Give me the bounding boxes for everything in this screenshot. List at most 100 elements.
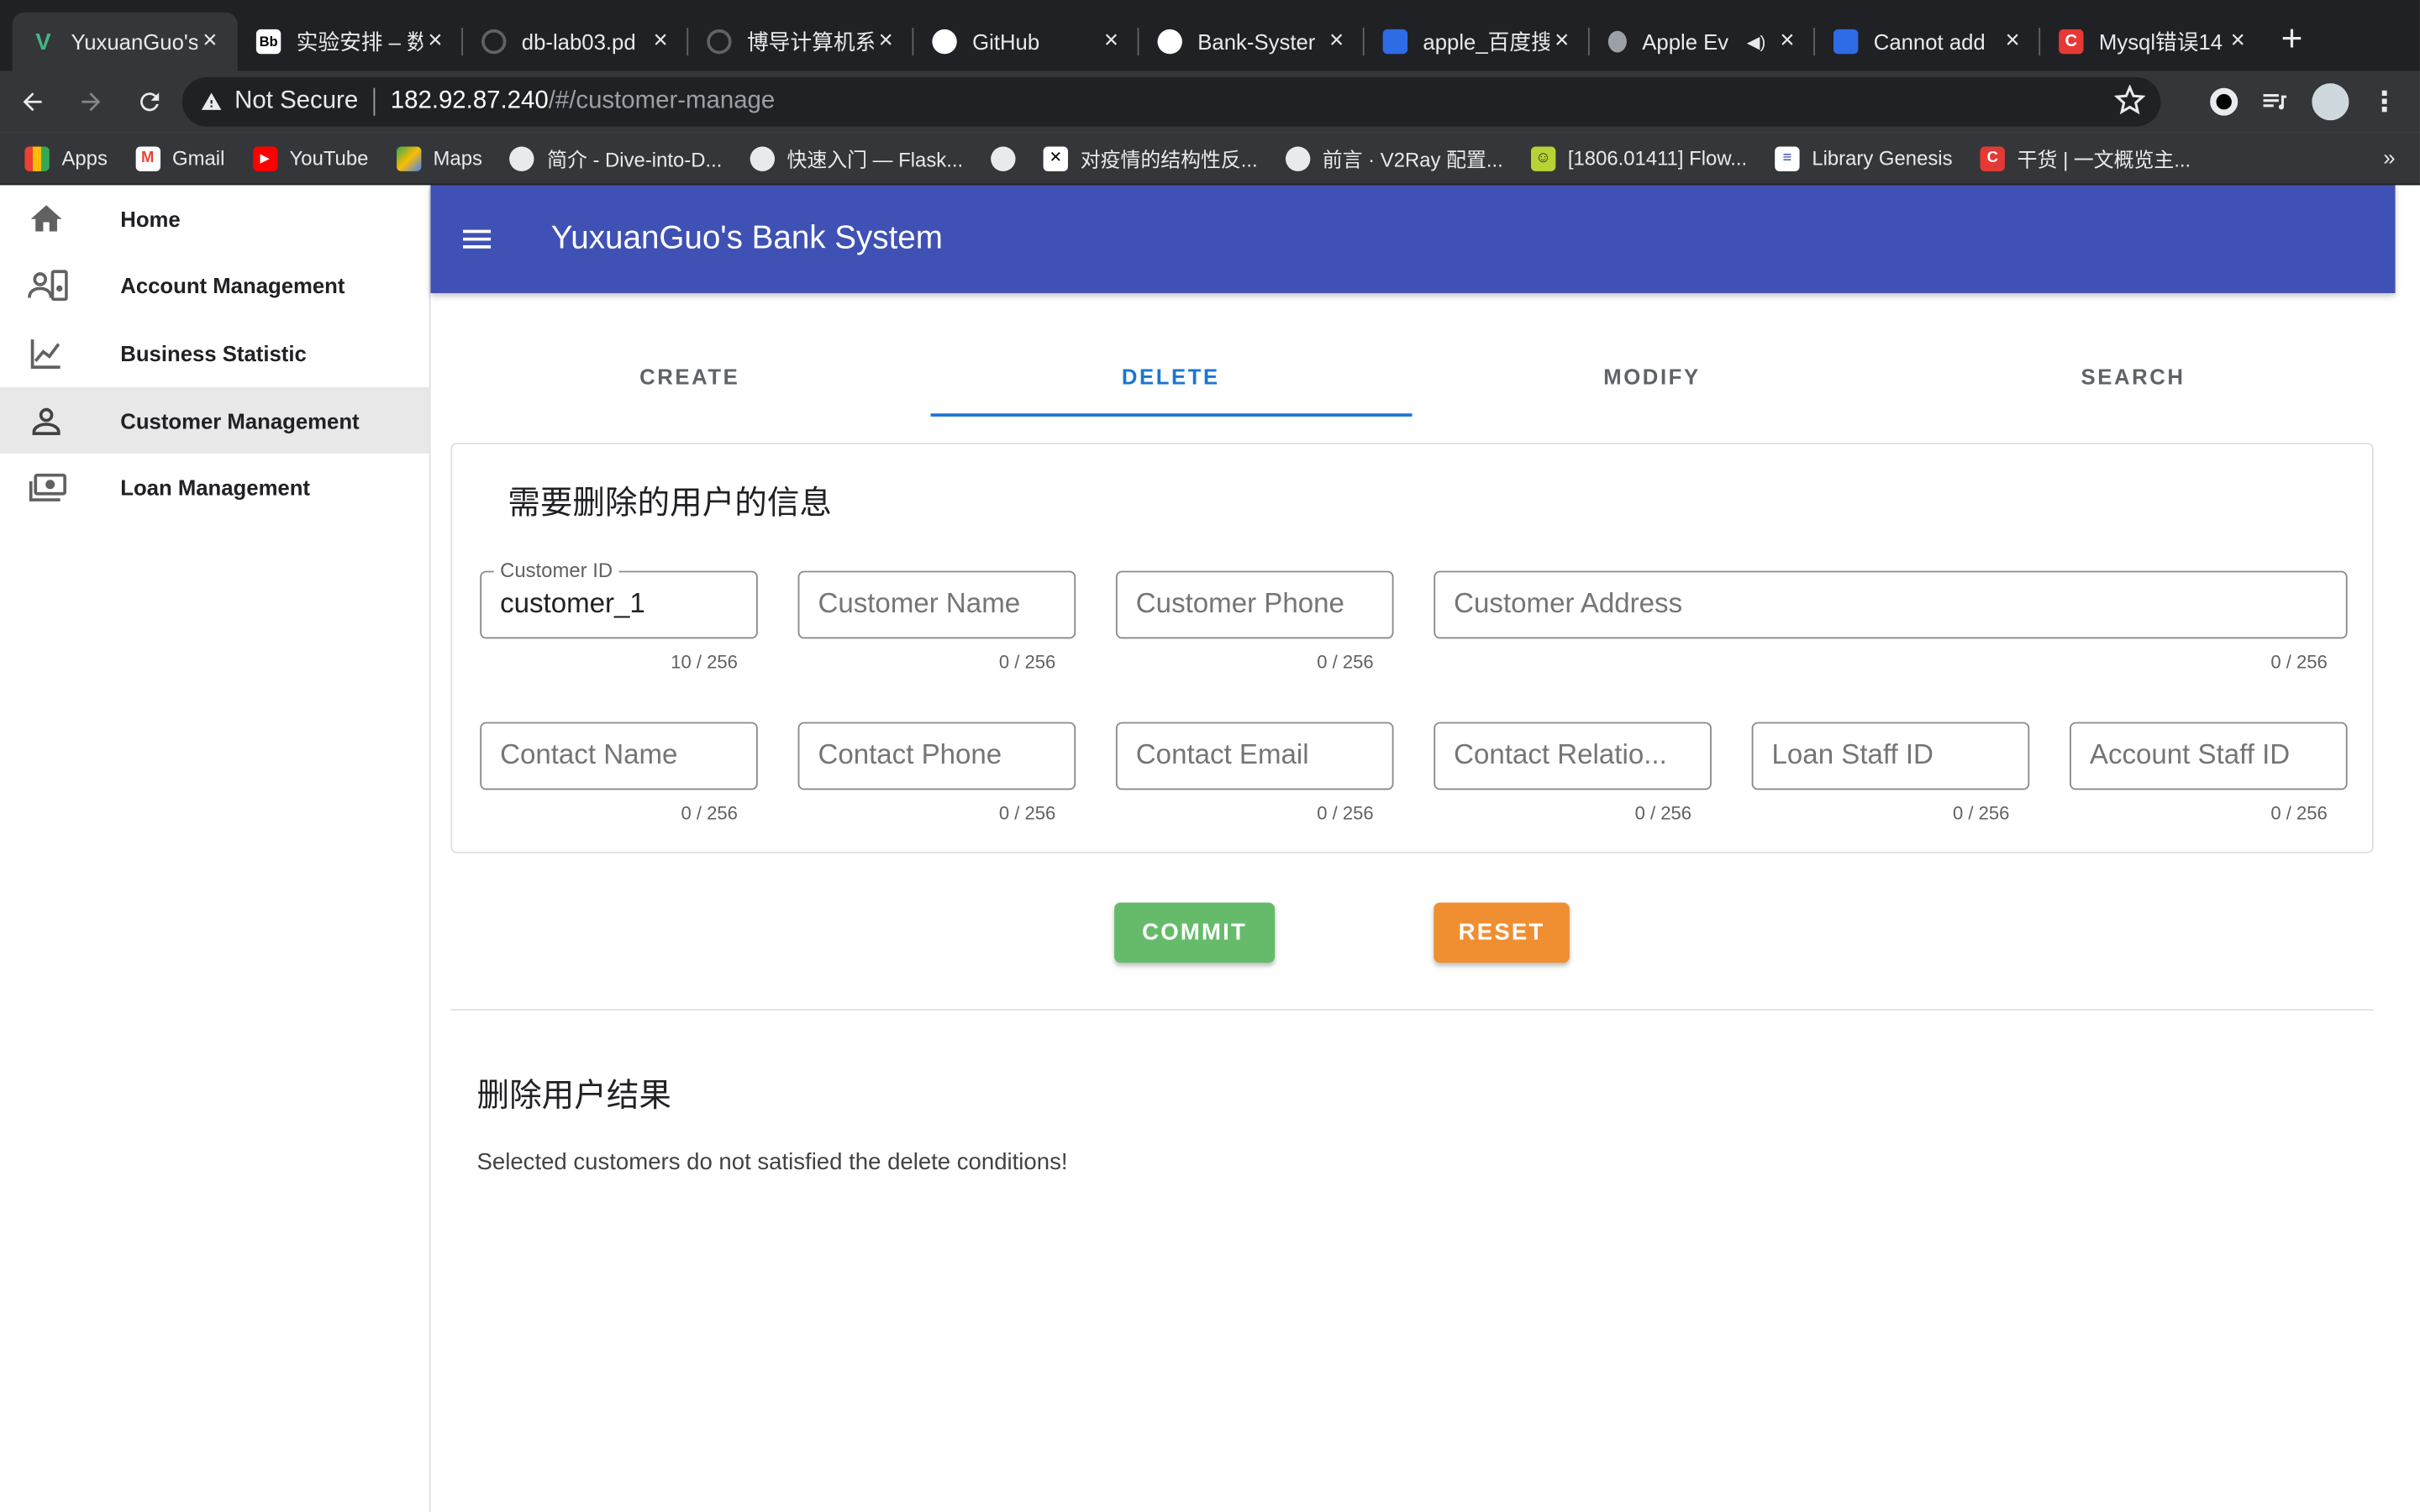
field-placeholder[interactable]: Contact Relatio... [1454, 739, 1696, 772]
tab-delete[interactable]: DELETE [930, 336, 1412, 417]
browser-tab[interactable]: 博导计算机系 × [688, 13, 914, 71]
field-value[interactable]: customer_1 [500, 588, 645, 621]
close-icon[interactable]: × [2226, 28, 2250, 55]
close-icon[interactable]: × [1549, 28, 1574, 55]
field-placeholder[interactable]: Customer Name [818, 588, 1060, 621]
bookmark-item[interactable] [991, 145, 1016, 171]
address-bar[interactable]: Not Secure 182.92.87.240 /#/customer-man… [182, 76, 2161, 127]
browser-tab[interactable]: C Mysql错误14 × [2040, 13, 2265, 71]
field-placeholder[interactable]: Loan Staff ID [1772, 739, 2014, 772]
reload-button[interactable] [124, 76, 176, 128]
forward-button[interactable] [65, 76, 117, 128]
close-icon[interactable]: × [1099, 28, 1123, 55]
sidebar-item-loan-management[interactable]: Loan Management [0, 454, 429, 522]
bookmark-item[interactable]: ≡ Library Genesis [1775, 145, 1953, 171]
globe-icon [991, 145, 1016, 171]
commit-button[interactable]: COMMIT [1114, 902, 1276, 963]
back-button[interactable] [6, 76, 58, 128]
field-placeholder[interactable]: Customer Address [1454, 588, 2332, 621]
bookmark-maps[interactable]: Maps [396, 145, 482, 171]
url-host: 182.92.87.240 [390, 87, 549, 114]
close-icon[interactable]: × [1775, 28, 1799, 55]
customer-id-field[interactable]: Customer ID customer_1 10 / 256 [480, 558, 758, 673]
menu-icon[interactable] [458, 221, 495, 258]
char-counter: 0 / 256 [2270, 802, 2328, 824]
tab-bar: CREATE DELETE MODIFY SEARCH [449, 336, 2373, 417]
close-icon[interactable]: × [423, 28, 447, 55]
media-queue-icon[interactable] [2260, 87, 2291, 118]
bookmark-youtube[interactable]: ▶ YouTube [252, 145, 368, 171]
char-counter: 0 / 256 [998, 651, 1056, 673]
sidebar-item-account-management[interactable]: Account Management [0, 252, 429, 319]
gmail-icon: M [134, 145, 160, 171]
close-icon[interactable]: × [197, 28, 222, 55]
close-icon[interactable]: × [874, 28, 898, 55]
tab-title: 实验安排 – 数 [296, 29, 424, 55]
field-placeholder[interactable]: Contact Email [1136, 739, 1378, 772]
tab-search[interactable]: SEARCH [1892, 336, 2374, 417]
char-counter: 0 / 256 [681, 802, 738, 824]
customer-phone-field[interactable]: Customer Phone 0 / 256 [1115, 570, 1394, 673]
field-placeholder[interactable]: Contact Name [500, 739, 742, 772]
bookmark-label: Gmail [172, 146, 225, 171]
star-icon[interactable] [2114, 85, 2146, 116]
char-counter: 0 / 256 [998, 802, 1056, 824]
bookmarks-overflow-button[interactable]: » [2383, 145, 2395, 170]
customer-address-field[interactable]: Customer Address 0 / 256 [1434, 570, 2348, 673]
browser-tab[interactable]: GitHub × [913, 13, 1139, 71]
bookmarks-bar: Apps M Gmail ▶ YouTube Maps 简介 - Dive-in… [0, 132, 2420, 186]
chart-line-icon [0, 335, 120, 372]
field-placeholder[interactable]: Contact Phone [818, 739, 1060, 772]
browser-tab[interactable]: Bank-Syster × [1139, 13, 1365, 71]
close-icon[interactable]: × [2000, 28, 2024, 55]
browser-tab[interactable]: Apple Ev ◀) × [1590, 13, 1815, 71]
person-icon [0, 402, 120, 439]
tab-modify[interactable]: MODIFY [1412, 336, 1893, 417]
profile-avatar[interactable] [2312, 83, 2349, 121]
tab-create[interactable]: CREATE [449, 336, 930, 417]
loan-staff-id-field[interactable]: Loan Staff ID 0 / 256 [1751, 722, 2030, 824]
customer-name-field[interactable]: Customer Name 0 / 256 [797, 570, 1076, 673]
char-counter: 0 / 256 [2270, 651, 2328, 673]
delete-form-card: 需要删除的用户的信息 Customer ID customer_1 10 / 2… [450, 443, 2374, 853]
browser-tab[interactable]: db-lab03.pd × [463, 13, 689, 71]
security-label[interactable]: Not Secure [234, 88, 358, 116]
bookmark-item[interactable]: ☺ [1806.01411] Flow... [1530, 145, 1747, 171]
account-staff-id-field[interactable]: Account Staff ID 0 / 256 [2070, 722, 2348, 824]
app-bar: YuxuanGuo's Bank System [430, 185, 2396, 293]
field-placeholder[interactable]: Account Staff ID [2090, 739, 2332, 772]
arxiv-icon: ☺ [1530, 145, 1556, 171]
speaker-icon[interactable]: ◀) [1747, 32, 1765, 51]
tab-title: GitHub [972, 29, 1040, 55]
bookmark-label: 干货 | 一文概览主... [2017, 148, 2191, 171]
contact-name-field[interactable]: Contact Name 0 / 256 [480, 722, 758, 824]
reset-button[interactable]: RESET [1434, 902, 1570, 963]
maps-icon [396, 145, 421, 171]
contact-relation-field[interactable]: Contact Relatio... 0 / 256 [1434, 722, 1712, 824]
browser-tab[interactable]: V YuxuanGuo's × [12, 12, 238, 71]
bookmark-item[interactable]: 前言 · V2Ray 配置... [1285, 144, 1503, 173]
extension-icon[interactable] [2210, 87, 2238, 116]
browser-tab[interactable]: Bb 实验安排 – 数 × [238, 13, 464, 71]
close-icon[interactable]: × [1324, 28, 1349, 55]
sidebar-item-label: Business Statistic [120, 340, 307, 366]
bookmark-item[interactable]: C 干货 | 一文概览主... [1980, 144, 2191, 173]
bookmark-apps[interactable]: Apps [24, 145, 108, 171]
close-icon[interactable]: × [648, 28, 672, 55]
new-tab-button[interactable]: + [2265, 13, 2317, 71]
sidebar-item-business-statistic[interactable]: Business Statistic [0, 320, 429, 387]
contact-phone-field[interactable]: Contact Phone 0 / 256 [797, 722, 1076, 824]
toolbar-extensions: ⋮ [2210, 71, 2420, 132]
bookmark-item[interactable]: 简介 - Dive-into-D... [510, 144, 722, 173]
field-placeholder[interactable]: Customer Phone [1136, 588, 1378, 621]
browser-tab[interactable]: Cannot add × [1815, 13, 2041, 71]
contact-email-field[interactable]: Contact Email 0 / 256 [1115, 722, 1394, 824]
bookmark-item[interactable]: ✕ 对疫情的结构性反... [1043, 144, 1258, 173]
sidebar-item-customer-management[interactable]: Customer Management [0, 386, 429, 454]
sidebar-item-home[interactable]: Home [0, 185, 429, 252]
bookmark-gmail[interactable]: M Gmail [134, 145, 225, 171]
bookmark-label: Library Genesis [1812, 146, 1953, 171]
bookmark-item[interactable]: 快速入门 — Flask... [750, 144, 963, 173]
browser-tab[interactable]: apple_百度搜 × [1365, 13, 1590, 71]
more-vert-icon[interactable]: ⋮ [2370, 86, 2398, 118]
